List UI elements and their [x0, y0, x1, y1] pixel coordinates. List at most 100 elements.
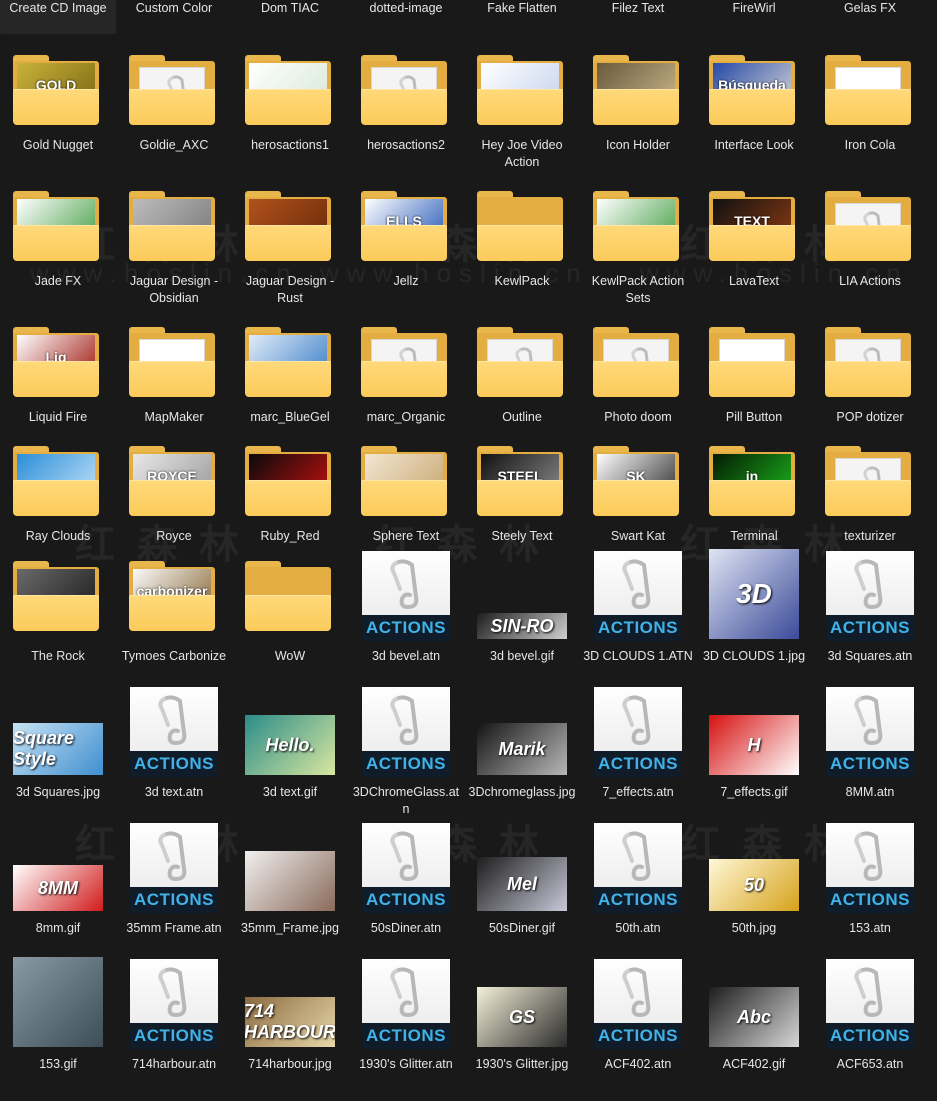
- image-file-item[interactable]: SIN-RO 3d bevel.gif: [464, 551, 580, 681]
- folder-icon: [477, 191, 563, 261]
- folder-icon: [129, 191, 215, 261]
- folder-item[interactable]: texturizer: [812, 436, 928, 546]
- folder-item[interactable]: in Terminal: [696, 436, 812, 546]
- folder-front: [593, 89, 679, 125]
- action-file-item[interactable]: ACTIONS 50th.atn: [580, 823, 696, 953]
- folder-item[interactable]: Fake Flatten: [464, 0, 580, 34]
- folder-item[interactable]: Iron Cola: [812, 45, 928, 175]
- action-file-item[interactable]: ACTIONS ACF402.atn: [580, 959, 696, 1089]
- folder-item[interactable]: GOLD Gold Nugget: [0, 45, 116, 175]
- folder-item[interactable]: STEEL Steely Text: [464, 436, 580, 546]
- image-file-item[interactable]: 714 HARBOUR 714harbour.jpg: [232, 959, 348, 1089]
- action-file-item[interactable]: ACTIONS 3DChromeGlass.atn: [348, 687, 464, 817]
- image-file-item[interactable]: 50 50th.jpg: [696, 823, 812, 953]
- folder-item[interactable]: Create CD Image: [0, 0, 116, 34]
- actions-label: ACTIONS: [594, 615, 682, 641]
- folder-item[interactable]: Filez Text: [580, 0, 696, 34]
- item-label: Jaguar Design - Rust: [245, 274, 335, 305]
- folder-item[interactable]: ELLS Jellz: [348, 181, 464, 311]
- folder-item[interactable]: Custom Color: [116, 0, 232, 34]
- item-label: Gold Nugget: [22, 138, 94, 152]
- image-file-item[interactable]: H 7_effects.gif: [696, 687, 812, 817]
- item-label: 714harbour.atn: [131, 1057, 217, 1071]
- folder-icon: [477, 55, 563, 125]
- item-label: 1930's Glitter.jpg: [475, 1057, 569, 1071]
- folder-item[interactable]: FireWirl: [696, 0, 812, 34]
- scroll-icon: [622, 967, 651, 1018]
- image-file-item[interactable]: 8MM 8mm.gif: [0, 823, 116, 953]
- action-file-item[interactable]: ACTIONS 8MM.atn: [812, 687, 928, 817]
- item-label: 35mm_Frame.jpg: [241, 921, 339, 935]
- image-file-item[interactable]: 153.gif: [0, 957, 116, 1089]
- action-file-item[interactable]: ACTIONS 1930's Glitter.atn: [348, 959, 464, 1089]
- folder-item[interactable]: TEXT LavaText: [696, 181, 812, 311]
- folder-item[interactable]: herosactions2: [348, 45, 464, 175]
- image-thumbnail: 8MM: [13, 865, 103, 911]
- image-file-item[interactable]: 35mm_Frame.jpg: [232, 823, 348, 953]
- thumbnail-text: 50: [743, 874, 765, 895]
- folder-front: [245, 361, 331, 397]
- folder-item[interactable]: Búsqueda Interface Look: [696, 45, 812, 175]
- action-file-item[interactable]: ACTIONS 153.atn: [812, 823, 928, 953]
- image-file-item[interactable]: Abc ACF402.gif: [696, 959, 812, 1089]
- folder-item[interactable]: KewlPack: [464, 181, 580, 311]
- file-grid: Create CD Image Custom Color Dom TIAC dotte…: [0, 0, 937, 1101]
- folder-item[interactable]: dotted-image: [348, 0, 464, 34]
- action-file-item[interactable]: ACTIONS 7_effects.atn: [580, 687, 696, 817]
- folder-item[interactable]: MapMaker: [116, 317, 232, 447]
- folder-item[interactable]: Pill Button: [696, 317, 812, 447]
- folder-item[interactable]: Outline: [464, 317, 580, 447]
- folder-item[interactable]: Sphere Text: [348, 436, 464, 546]
- folder-item[interactable]: Icon Holder: [580, 45, 696, 175]
- actions-thumbnail: ACTIONS: [362, 551, 450, 641]
- folder-item[interactable]: WoW: [232, 551, 348, 681]
- folder-item[interactable]: Jaguar Design - Obsidian: [116, 181, 232, 311]
- folder-item[interactable]: LIA Actions: [812, 181, 928, 311]
- folder-item[interactable]: Gelas FX: [812, 0, 928, 34]
- image-file-item[interactable]: Marik 3Dchromeglass.jpg: [464, 687, 580, 817]
- folder-item[interactable]: Goldie_AXC: [116, 45, 232, 175]
- folder-item[interactable]: carbonizer Tymoes Carbonize: [116, 551, 232, 681]
- image-file-item[interactable]: GS 1930's Glitter.jpg: [464, 959, 580, 1089]
- folder-icon: [129, 55, 215, 125]
- item-label: Steely Text: [491, 529, 553, 543]
- action-file-item[interactable]: ACTIONS 3d text.atn: [116, 687, 232, 817]
- folder-icon: [593, 191, 679, 261]
- item-label: Pill Button: [725, 410, 783, 424]
- folder-item[interactable]: Jade FX: [0, 181, 116, 311]
- image-file-item[interactable]: Mel 50sDiner.gif: [464, 823, 580, 953]
- image-file-item[interactable]: Hello. 3d text.gif: [232, 687, 348, 817]
- folder-item[interactable]: Ray Clouds: [0, 436, 116, 546]
- folder-item[interactable]: marc_BlueGel: [232, 317, 348, 447]
- scroll-icon: [854, 967, 883, 1018]
- action-file-item[interactable]: ACTIONS 35mm Frame.atn: [116, 823, 232, 953]
- action-file-item[interactable]: ACTIONS 3d Squares.atn: [812, 551, 928, 681]
- folder-item[interactable]: Photo doom: [580, 317, 696, 447]
- folder-item[interactable]: Ruby_Red: [232, 436, 348, 546]
- action-file-item[interactable]: ACTIONS 714harbour.atn: [116, 959, 232, 1089]
- folder-icon: [825, 191, 911, 261]
- item-label: herosactions2: [367, 138, 445, 152]
- folder-item[interactable]: POP dotizer: [812, 317, 928, 447]
- folder-item[interactable]: The Rock: [0, 551, 116, 681]
- image-file-item[interactable]: Square Style 3d Squares.jpg: [0, 687, 116, 817]
- folder-item[interactable]: Jaguar Design - Rust: [232, 181, 348, 311]
- folder-item[interactable]: SK Swart Kat: [580, 436, 696, 546]
- item-label: Terminal: [730, 529, 778, 543]
- folder-item[interactable]: Dom TIAC: [232, 0, 348, 34]
- action-file-item[interactable]: ACTIONS 3d bevel.atn: [348, 551, 464, 681]
- folder-item[interactable]: KewlPack Action Sets: [580, 181, 696, 311]
- folder-item[interactable]: marc_Organic: [348, 317, 464, 447]
- image-file-item[interactable]: 3D 3D CLOUDS 1.jpg: [696, 549, 812, 681]
- folder-item[interactable]: Liq Liquid Fire: [0, 317, 116, 447]
- folder-item[interactable]: Hey Joe Video Action: [464, 45, 580, 175]
- folder-icon: ELLS: [361, 191, 447, 261]
- folder-item[interactable]: herosactions1: [232, 45, 348, 175]
- action-file-item[interactable]: ACTIONS 3D CLOUDS 1.ATN: [580, 551, 696, 681]
- folder-item[interactable]: ROYCE Royce: [116, 436, 232, 546]
- action-file-item[interactable]: ACTIONS ACF653.atn: [812, 959, 928, 1089]
- action-file-item[interactable]: ACTIONS 50sDiner.atn: [348, 823, 464, 953]
- thumbnail-text: 8MM: [38, 877, 78, 898]
- thumbnail-text: 3D: [736, 578, 772, 609]
- folder-front: [13, 89, 99, 125]
